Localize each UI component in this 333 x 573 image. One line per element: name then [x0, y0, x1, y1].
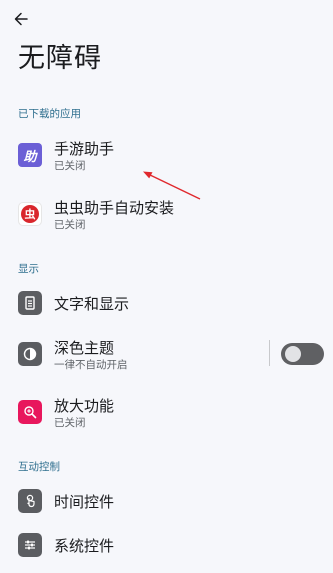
list-item-magnification[interactable]: 放大功能 已关闭	[0, 391, 333, 435]
list-item-system-controls[interactable]: 系统控件	[0, 523, 333, 567]
arrow-left-icon	[14, 12, 28, 26]
list-item-timing-controls[interactable]: 时间控件	[0, 479, 333, 523]
text-display-icon	[18, 291, 42, 315]
item-status: 一律不自动开启	[54, 359, 128, 371]
item-label: 文字和显示	[54, 295, 130, 313]
item-label: 深色主题	[54, 339, 115, 357]
item-status: 已关闭	[54, 219, 86, 231]
item-status: 已关闭	[54, 160, 86, 172]
toggle-divider	[269, 340, 270, 366]
item-label: 系统控件	[54, 537, 115, 555]
item-status: 已关闭	[54, 417, 86, 429]
back-button[interactable]	[10, 9, 32, 29]
touch-timing-icon	[18, 489, 42, 513]
system-controls-icon	[18, 533, 42, 557]
chongchong-app-icon-badge: 虫	[21, 205, 39, 223]
chongchong-app-icon: 虫	[18, 202, 42, 226]
list-item-text-and-display[interactable]: 文字和显示	[0, 281, 333, 325]
item-label: 时间控件	[54, 493, 115, 511]
annotation-arrow-icon	[143, 171, 201, 200]
dark-theme-icon	[18, 342, 42, 366]
item-label: 手游助手	[54, 140, 115, 158]
text-display-glyph	[25, 296, 35, 310]
section-header-downloaded-apps: 已下载的应用	[18, 108, 81, 120]
chongchong-app-icon-glyph: 虫	[24, 208, 36, 221]
section-header-interaction-controls: 互动控制	[18, 461, 60, 473]
section-header-display: 显示	[18, 263, 39, 275]
item-label: 放大功能	[54, 397, 115, 415]
touch-timing-glyph	[26, 494, 35, 508]
magnifier-icon	[18, 400, 42, 424]
shouyou-app-icon-glyph: 助	[23, 149, 37, 165]
system-controls-glyph	[25, 540, 35, 550]
dark-theme-toggle[interactable]	[281, 343, 324, 365]
shouyou-app-icon: 助	[18, 143, 42, 167]
magnifier-glyph	[24, 406, 37, 419]
dark-theme-glyph	[23, 347, 37, 361]
toggle-knob	[285, 346, 301, 362]
page-title: 无障碍	[18, 43, 102, 74]
